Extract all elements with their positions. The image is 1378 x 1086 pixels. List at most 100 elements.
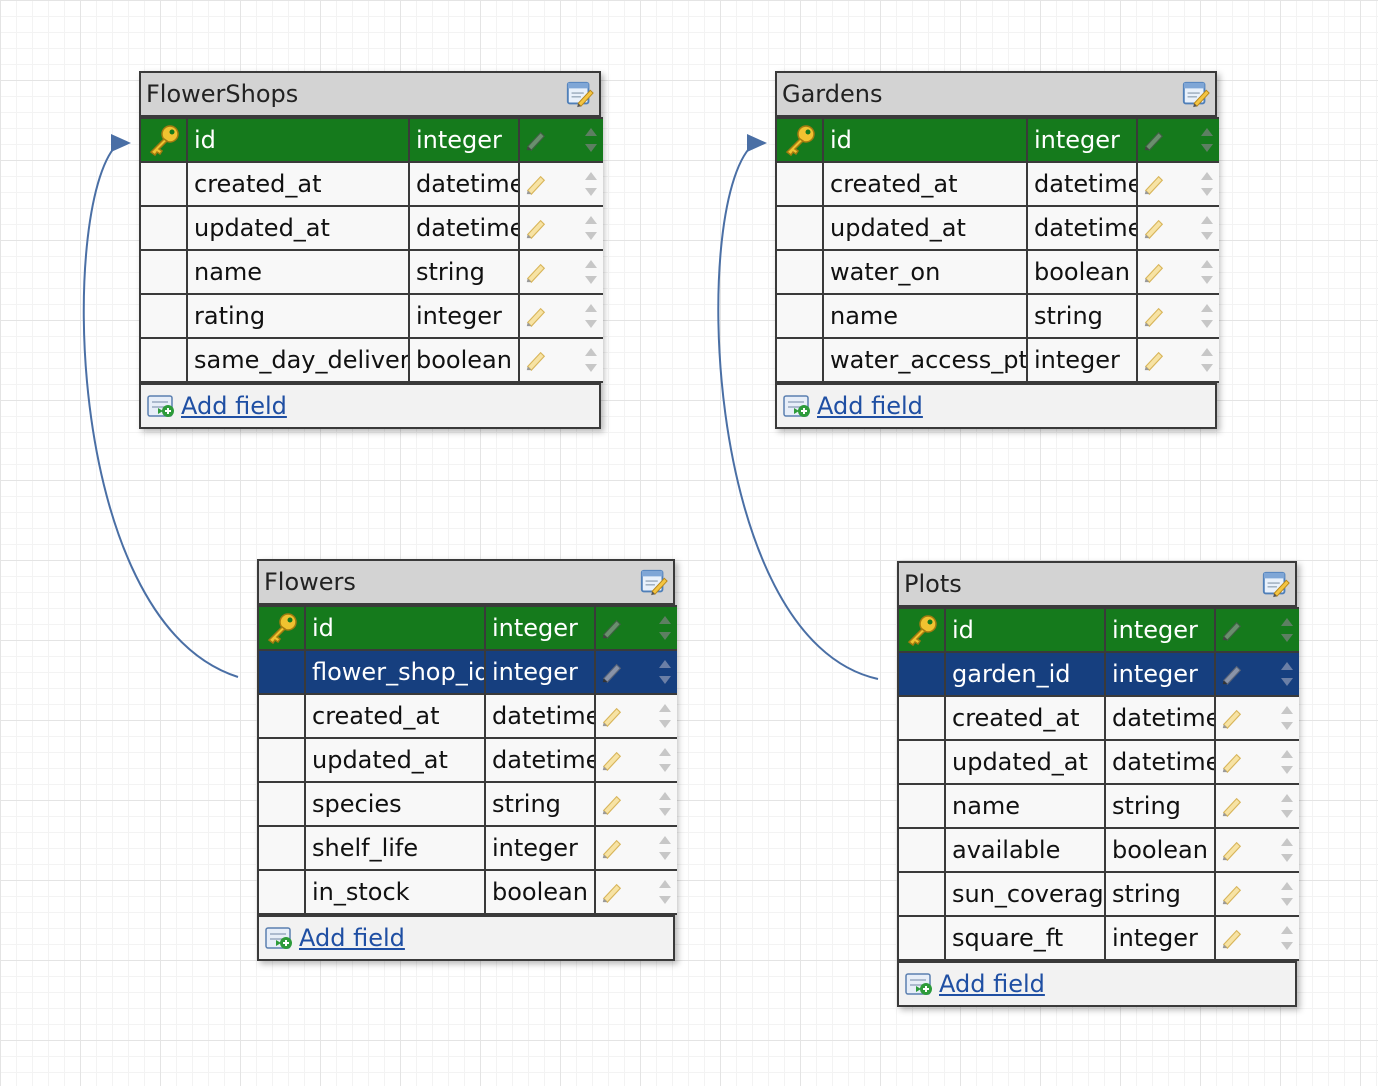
table-header[interactable]: Gardens bbox=[777, 73, 1215, 117]
pencil-icon[interactable] bbox=[1220, 750, 1244, 774]
field-row[interactable]: rating integer bbox=[141, 293, 603, 339]
reorder-icon[interactable] bbox=[1199, 346, 1215, 374]
reorder-icon[interactable] bbox=[1279, 792, 1295, 820]
pencil-icon[interactable] bbox=[1142, 304, 1166, 328]
reorder-icon[interactable] bbox=[657, 702, 673, 730]
reorder-icon[interactable] bbox=[583, 302, 599, 330]
field-row[interactable]: created_at datetime bbox=[777, 161, 1219, 207]
field-row[interactable]: in_stock boolean bbox=[259, 869, 677, 915]
field-type[interactable]: string bbox=[408, 249, 520, 295]
edit-table-icon[interactable] bbox=[565, 79, 595, 109]
table-header[interactable]: Plots bbox=[899, 563, 1295, 607]
pencil-icon[interactable] bbox=[1220, 794, 1244, 818]
field-type[interactable]: datetime bbox=[1026, 205, 1138, 251]
field-row[interactable]: updated_at datetime bbox=[141, 205, 603, 251]
reorder-icon[interactable] bbox=[583, 126, 599, 154]
table-header[interactable]: FlowerShops bbox=[141, 73, 599, 117]
field-name[interactable]: created_at bbox=[822, 161, 1028, 207]
table-flowershops[interactable]: FlowerShops id integer created_at datetime up… bbox=[139, 71, 603, 429]
field-type[interactable]: datetime bbox=[484, 737, 596, 783]
field-type[interactable]: boolean bbox=[408, 337, 520, 383]
field-type[interactable]: string bbox=[1104, 871, 1216, 917]
field-row[interactable]: updated_at datetime bbox=[899, 739, 1299, 785]
add-field-link[interactable]: Add field bbox=[817, 392, 923, 420]
add-field-link[interactable]: Add field bbox=[181, 392, 287, 420]
field-name[interactable]: in_stock bbox=[304, 869, 486, 915]
edit-table-icon[interactable] bbox=[639, 567, 669, 597]
pencil-icon[interactable] bbox=[600, 748, 624, 772]
field-row[interactable]: id integer bbox=[259, 605, 677, 651]
field-row[interactable]: updated_at datetime bbox=[259, 737, 677, 783]
field-type[interactable]: integer bbox=[1104, 607, 1216, 653]
field-name[interactable]: garden_id bbox=[944, 651, 1106, 697]
add-field-icon[interactable] bbox=[147, 394, 175, 418]
field-name[interactable]: available bbox=[944, 827, 1106, 873]
field-type[interactable]: integer bbox=[408, 117, 520, 163]
pencil-icon[interactable] bbox=[600, 616, 624, 640]
field-name[interactable]: updated_at bbox=[944, 739, 1106, 785]
reorder-icon[interactable] bbox=[1279, 748, 1295, 776]
pencil-icon[interactable] bbox=[524, 348, 548, 372]
field-type[interactable]: integer bbox=[484, 825, 596, 871]
field-name[interactable]: name bbox=[186, 249, 410, 295]
field-type[interactable]: integer bbox=[484, 649, 596, 695]
field-row[interactable]: id integer bbox=[141, 117, 603, 163]
field-type[interactable]: integer bbox=[484, 605, 596, 651]
field-name[interactable]: shelf_life bbox=[304, 825, 486, 871]
reorder-icon[interactable] bbox=[583, 346, 599, 374]
add-field-icon[interactable] bbox=[783, 394, 811, 418]
field-row[interactable]: shelf_life integer bbox=[259, 825, 677, 871]
field-type[interactable]: datetime bbox=[1104, 739, 1216, 785]
field-row[interactable]: id integer bbox=[777, 117, 1219, 163]
pencil-icon[interactable] bbox=[524, 172, 548, 196]
field-row[interactable]: garden_id integer bbox=[899, 651, 1299, 697]
field-type[interactable]: boolean bbox=[1026, 249, 1138, 295]
pencil-icon[interactable] bbox=[1142, 172, 1166, 196]
field-type[interactable]: datetime bbox=[1104, 695, 1216, 741]
field-row[interactable]: created_at datetime bbox=[141, 161, 603, 207]
pencil-icon[interactable] bbox=[524, 216, 548, 240]
field-type[interactable]: datetime bbox=[408, 205, 520, 251]
field-row[interactable]: name string bbox=[777, 293, 1219, 339]
field-row[interactable]: square_ft integer bbox=[899, 915, 1299, 961]
reorder-icon[interactable] bbox=[1279, 660, 1295, 688]
pencil-icon[interactable] bbox=[600, 660, 624, 684]
reorder-icon[interactable] bbox=[583, 170, 599, 198]
table-plots[interactable]: Plots id integer garden_id integer created_at… bbox=[897, 561, 1299, 1007]
table-flowers[interactable]: Flowers id integer flower_shop_id integer cre… bbox=[257, 559, 677, 961]
field-row[interactable]: flower_shop_id integer bbox=[259, 649, 677, 695]
reorder-icon[interactable] bbox=[1199, 214, 1215, 242]
pencil-icon[interactable] bbox=[1220, 662, 1244, 686]
pencil-icon[interactable] bbox=[600, 704, 624, 728]
add-field-link[interactable]: Add field bbox=[939, 970, 1045, 998]
field-row[interactable]: id integer bbox=[899, 607, 1299, 653]
pencil-icon[interactable] bbox=[1142, 216, 1166, 240]
field-name[interactable]: name bbox=[822, 293, 1028, 339]
field-row[interactable]: same_day_delivery boolean bbox=[141, 337, 603, 383]
field-name[interactable]: id bbox=[304, 605, 486, 651]
reorder-icon[interactable] bbox=[1279, 704, 1295, 732]
pencil-icon[interactable] bbox=[1220, 838, 1244, 862]
field-name[interactable]: created_at bbox=[304, 693, 486, 739]
field-type[interactable]: string bbox=[484, 781, 596, 827]
field-name[interactable]: id bbox=[822, 117, 1028, 163]
field-name[interactable]: square_ft bbox=[944, 915, 1106, 961]
table-gardens[interactable]: Gardens id integer created_at datetime update… bbox=[775, 71, 1219, 429]
edit-table-icon[interactable] bbox=[1181, 79, 1211, 109]
field-name[interactable]: water_on bbox=[822, 249, 1028, 295]
field-name[interactable]: updated_at bbox=[822, 205, 1028, 251]
pencil-icon[interactable] bbox=[1220, 926, 1244, 950]
field-type[interactable]: string bbox=[1026, 293, 1138, 339]
field-name[interactable]: same_day_delivery bbox=[186, 337, 410, 383]
reorder-icon[interactable] bbox=[1279, 836, 1295, 864]
field-type[interactable]: integer bbox=[408, 293, 520, 339]
table-header[interactable]: Flowers bbox=[259, 561, 673, 605]
pencil-icon[interactable] bbox=[600, 836, 624, 860]
field-name[interactable]: updated_at bbox=[186, 205, 410, 251]
field-row[interactable]: water_on boolean bbox=[777, 249, 1219, 295]
field-type[interactable]: boolean bbox=[1104, 827, 1216, 873]
field-row[interactable]: updated_at datetime bbox=[777, 205, 1219, 251]
field-name[interactable]: created_at bbox=[186, 161, 410, 207]
add-field-link[interactable]: Add field bbox=[299, 924, 405, 952]
field-row[interactable]: name string bbox=[141, 249, 603, 295]
